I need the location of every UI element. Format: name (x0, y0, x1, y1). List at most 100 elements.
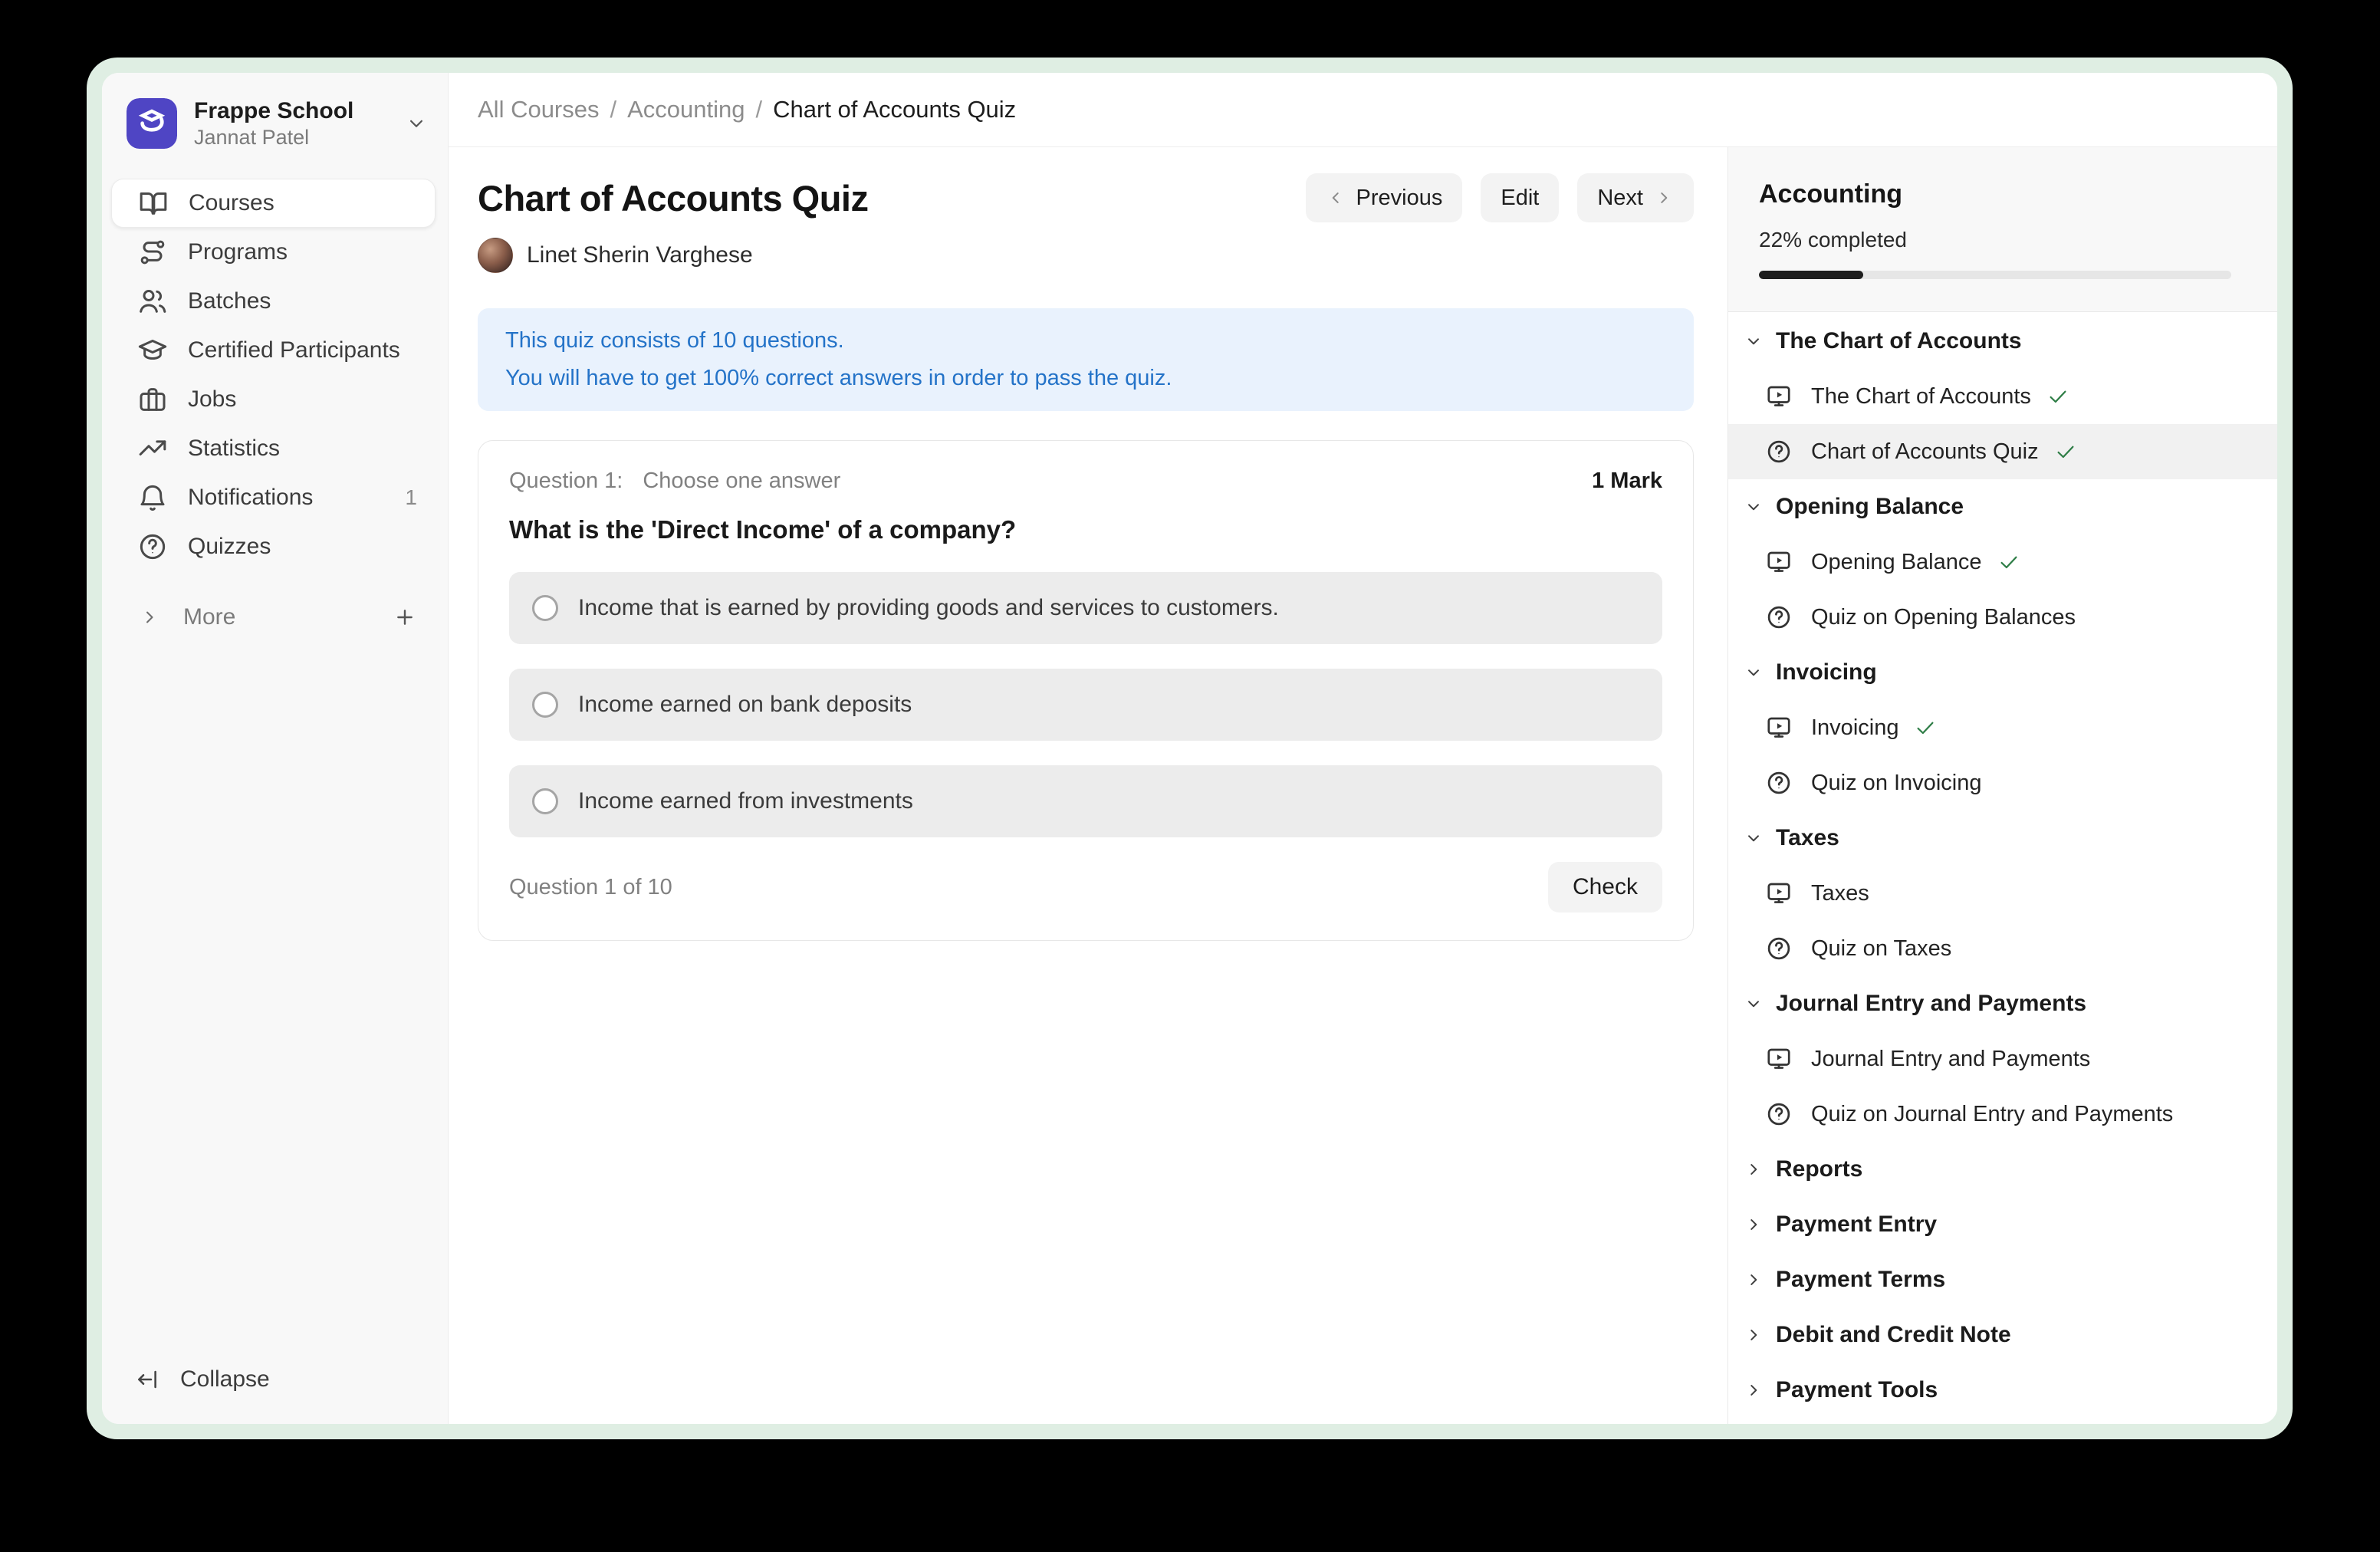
question-text: What is the 'Direct Income' of a company… (509, 515, 1662, 544)
chapter-invoicing[interactable]: Invoicing (1728, 645, 2277, 700)
quiz-card: Question 1: Choose one answer 1 Mark Wha… (478, 440, 1694, 941)
edit-button[interactable]: Edit (1481, 173, 1559, 222)
answer-option[interactable]: Income earned on bank deposits (509, 669, 1662, 741)
notice-line-2: You will have to get 100% correct answer… (505, 360, 1666, 397)
chevron-right-icon (1744, 1270, 1764, 1290)
chapter-the-chart-of-accounts[interactable]: The Chart of Accounts (1728, 314, 2277, 369)
answer-option[interactable]: Income earned from investments (509, 765, 1662, 837)
chevron-right-icon (1744, 1159, 1764, 1179)
quiz-card-footer: Question 1 of 10 Check (509, 862, 1662, 912)
breadcrumb-item-accounting[interactable]: Accounting (627, 96, 745, 123)
completed-check-icon (1997, 551, 2020, 574)
sidebar-item-courses[interactable]: Courses (111, 179, 436, 228)
lesson-opening-balance[interactable]: Opening Balance (1728, 534, 2277, 590)
quiz-quiz-on-taxes[interactable]: Quiz on Taxes (1728, 921, 2277, 976)
chapter-payment-tools[interactable]: Payment Tools (1728, 1363, 2277, 1418)
help-circle-icon (137, 531, 168, 562)
sidebar-item-notifications[interactable]: Notifications 1 (111, 473, 436, 522)
chapter-title: Journal Entry and Payments (1776, 991, 2086, 1017)
lesson-the-chart-of-accounts[interactable]: The Chart of Accounts (1728, 369, 2277, 424)
collapse-sidebar-button[interactable]: Collapse (111, 1355, 436, 1404)
completed-check-icon (2046, 385, 2069, 408)
chapter-title: The Chart of Accounts (1776, 328, 2022, 354)
quiz-quiz-on-invoicing[interactable]: Quiz on Invoicing (1728, 755, 2277, 811)
next-label: Next (1597, 186, 1643, 211)
course-header: Accounting 22% completed (1728, 147, 2277, 312)
book-open-icon (138, 188, 169, 219)
chapter-payment-entry[interactable]: Payment Entry (1728, 1197, 2277, 1252)
answer-option-label: Income earned on bank deposits (578, 692, 912, 718)
options-list: Income that is earned by providing goods… (509, 572, 1662, 837)
next-button[interactable]: Next (1577, 173, 1694, 222)
author-name: Linet Sherin Varghese (527, 242, 753, 268)
chevron-right-icon (1654, 188, 1674, 208)
sidebar-item-quizzes[interactable]: Quizzes (111, 522, 436, 571)
workspace-user: Jannat Patel (194, 125, 405, 150)
question-progress: Question 1 of 10 (509, 875, 672, 900)
chapter-journal-entry-and-payments[interactable]: Journal Entry and Payments (1728, 976, 2277, 1031)
lesson-title: Opening Balance (1811, 550, 1982, 575)
video-lesson-icon (1765, 880, 1793, 907)
app-frame: Frappe School Jannat Patel Courses Progr… (102, 73, 2277, 1424)
lesson-title: Quiz on Taxes (1811, 936, 1951, 962)
users-icon (137, 286, 168, 317)
chevron-down-icon (1744, 497, 1764, 517)
route-icon (137, 237, 168, 268)
chapter-title: Payment Terms (1776, 1267, 1945, 1293)
radio-button[interactable] (532, 595, 558, 621)
radio-button[interactable] (532, 692, 558, 718)
lesson-journal-entry-and-payments[interactable]: Journal Entry and Payments (1728, 1031, 2277, 1087)
chapter-title: Reports (1776, 1156, 1862, 1182)
chevron-down-icon[interactable] (405, 112, 428, 135)
chapter-payment-terms[interactable]: Payment Terms (1728, 1252, 2277, 1307)
lesson-title: Taxes (1811, 881, 1869, 906)
author-row: Linet Sherin Varghese (478, 238, 1694, 273)
quiz-icon (1765, 603, 1793, 631)
previous-button[interactable]: Previous (1306, 173, 1463, 222)
sidebar-item-label: Certified Participants (188, 337, 417, 363)
quiz-quiz-on-opening-balances[interactable]: Quiz on Opening Balances (1728, 590, 2277, 645)
completed-check-icon (2054, 440, 2077, 463)
chevron-down-icon (1744, 828, 1764, 848)
lesson-invoicing[interactable]: Invoicing (1728, 700, 2277, 755)
more-label: More (183, 604, 393, 630)
sidebar-item-programs[interactable]: Programs (111, 228, 436, 277)
course-outline-list: The Chart of Accounts The Chart of Accou… (1728, 312, 2277, 1424)
plus-icon[interactable] (393, 605, 417, 630)
breadcrumb-item-all-courses[interactable]: All Courses (478, 96, 600, 123)
workspace-switcher[interactable]: Frappe School Jannat Patel (111, 97, 436, 150)
lesson-taxes[interactable]: Taxes (1728, 866, 2277, 921)
answer-option[interactable]: Income that is earned by providing goods… (509, 572, 1662, 644)
chapter-taxes[interactable]: Taxes (1728, 811, 2277, 866)
sidebar-item-label: Statistics (188, 436, 417, 462)
sidebar-item-statistics[interactable]: Statistics (111, 424, 436, 473)
quiz-chart-of-accounts-quiz[interactable]: Chart of Accounts Quiz (1728, 424, 2277, 479)
radio-button[interactable] (532, 788, 558, 814)
sidebar-item-label: Courses (189, 190, 416, 216)
sidebar-item-certified-participants[interactable]: Certified Participants (111, 326, 436, 375)
quiz-icon (1765, 438, 1793, 465)
sidebar-item-jobs[interactable]: Jobs (111, 375, 436, 424)
chapter-reports[interactable]: Reports (1728, 1142, 2277, 1197)
check-button[interactable]: Check (1548, 862, 1662, 912)
course-title: Accounting (1759, 179, 2231, 209)
question-instruction: Choose one answer (643, 469, 1592, 494)
chapter-debit-and-credit-note[interactable]: Debit and Credit Note (1728, 1307, 2277, 1363)
quiz-quiz-on-journal-entry-and-payments[interactable]: Quiz on Journal Entry and Payments (1728, 1087, 2277, 1142)
question-number-label: Question 1: (509, 469, 623, 494)
course-progress-text: 22% completed (1759, 228, 2231, 252)
sidebar-item-more[interactable]: More (111, 593, 436, 642)
sidebar-spacer (111, 642, 436, 1355)
lesson-title: Invoicing (1811, 715, 1898, 741)
lesson-title: Quiz on Opening Balances (1811, 605, 2076, 630)
frappe-school-logo (127, 98, 177, 149)
course-progress-fill (1759, 271, 1863, 279)
sidebar-item-batches[interactable]: Batches (111, 277, 436, 326)
course-progress-bar (1759, 271, 2231, 279)
quiz-icon (1765, 935, 1793, 962)
collapse-label: Collapse (180, 1366, 270, 1393)
workspace-text: Frappe School Jannat Patel (194, 97, 405, 150)
chapter-opening-balance[interactable]: Opening Balance (1728, 479, 2277, 534)
chevron-left-icon (1326, 188, 1346, 208)
video-lesson-icon (1765, 1045, 1793, 1073)
